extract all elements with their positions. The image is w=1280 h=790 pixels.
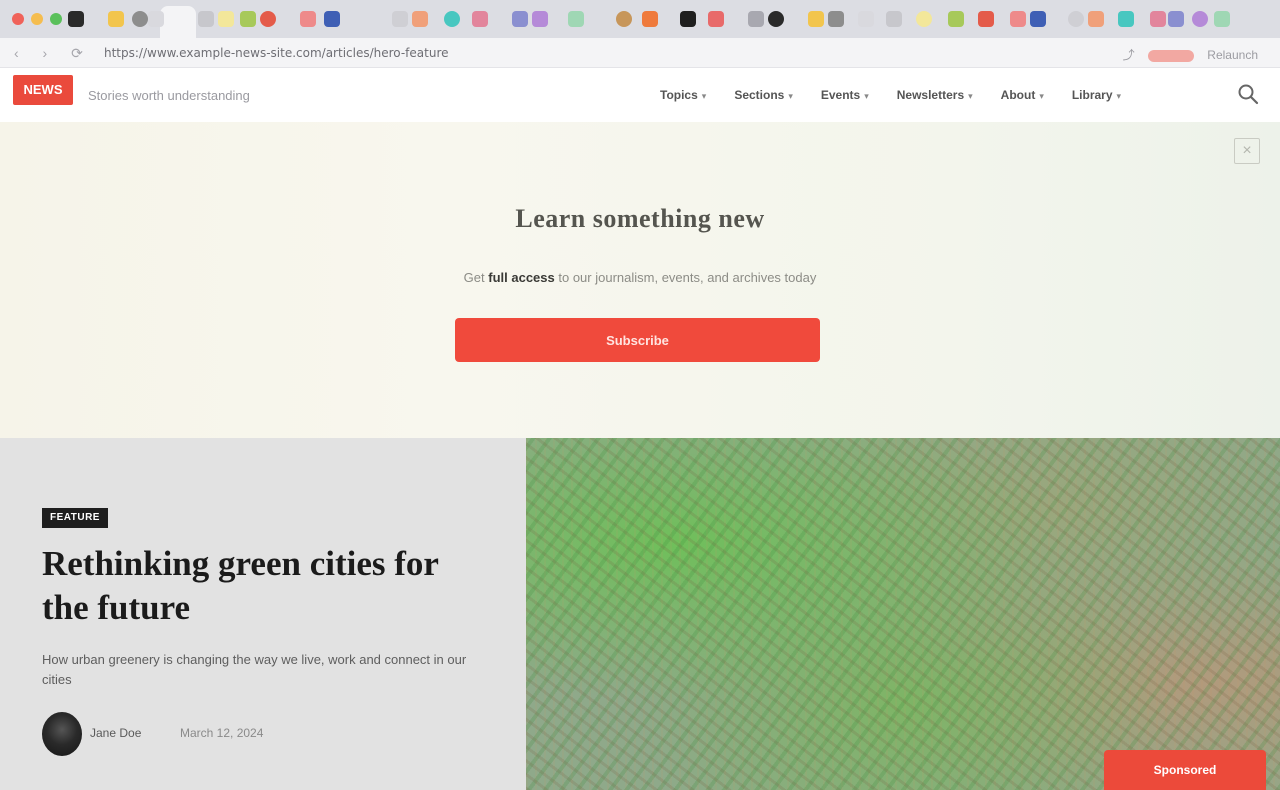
nav-item-topics[interactable]: Topics ▾ — [660, 88, 706, 102]
banner-close-button[interactable]: × — [1234, 138, 1260, 164]
tab-favicon-icon[interactable] — [808, 11, 824, 27]
tab-favicon-icon[interactable] — [412, 11, 428, 27]
banner-subtext: Get full access to our journalism, event… — [0, 270, 1280, 285]
tab-favicon-icon[interactable] — [392, 11, 408, 27]
search-icon[interactable] — [1236, 82, 1260, 106]
tab-favicon-icon[interactable] — [708, 11, 724, 27]
tab-favicon-icon[interactable] — [828, 11, 844, 27]
subscription-banner: × Learn something new Get full access to… — [0, 122, 1280, 438]
author-name[interactable]: Jane Doe — [90, 726, 141, 740]
subscribe-button[interactable]: Subscribe — [455, 318, 820, 362]
chevron-down-icon: ▾ — [701, 91, 707, 101]
toolbar-right: ⤴ Relaunch — [1123, 46, 1258, 63]
zoom-window-button[interactable] — [50, 13, 62, 25]
tab-favicon-icon[interactable] — [680, 11, 696, 27]
tab-favicon-icon[interactable] — [1150, 11, 1166, 27]
hero-image-texture — [526, 438, 1280, 790]
site-logo[interactable]: NEWS — [13, 75, 73, 105]
tab-favicon-icon[interactable] — [948, 11, 964, 27]
nav-item-events[interactable]: Events ▾ — [821, 88, 869, 102]
tab-favicon-icon[interactable] — [748, 11, 764, 27]
tab-favicon-icon[interactable] — [108, 11, 124, 27]
nav-item-label: Sections — [734, 88, 785, 102]
tab-favicon-icon[interactable] — [324, 11, 340, 27]
tab-favicon-icon[interactable] — [132, 11, 148, 27]
tab-favicon-icon[interactable] — [260, 11, 276, 27]
avatar[interactable] — [42, 712, 82, 756]
tab-favicon-icon[interactable] — [886, 11, 902, 27]
browser-tab-bar — [0, 0, 1280, 38]
tab-favicon-icon[interactable] — [1168, 11, 1184, 27]
nav-item-library[interactable]: Library ▾ — [1072, 88, 1121, 102]
tab-favicon-icon[interactable] — [1088, 11, 1104, 27]
banner-sub-bold: full access — [488, 270, 555, 285]
tab-favicon-icon[interactable] — [858, 11, 874, 27]
tab-favicon-icon[interactable] — [1118, 11, 1134, 27]
tab-favicon-icon[interactable] — [978, 11, 994, 27]
nav-item-label: Library — [1071, 88, 1113, 102]
share-icon[interactable]: ⤴ — [1123, 48, 1135, 62]
publish-date: March 12, 2024 — [180, 726, 264, 740]
tab-favicon-icon[interactable] — [1030, 11, 1046, 27]
tab-favicon-icon[interactable] — [472, 11, 488, 27]
tab-favicon-icon[interactable] — [68, 11, 84, 27]
banner-sub-prefix: Get — [463, 270, 485, 285]
main-nav: Topics ▾ Sections ▾ Events ▾ Newsletters ▾ A… — [660, 88, 1121, 102]
nav-item-label: Topics — [660, 88, 698, 102]
chevron-down-icon: ▾ — [788, 91, 793, 101]
tab-favicon-icon[interactable] — [532, 11, 548, 27]
tab-favicon-icon[interactable] — [198, 11, 214, 27]
nav-item-about[interactable]: About ▾ — [1001, 88, 1044, 102]
article-hero: Feature Rethinking green cities for the … — [0, 438, 526, 790]
back-forward-buttons[interactable]: ‹ › ⟳ — [14, 45, 93, 62]
article-title[interactable]: Rethinking green cities for the future — [42, 542, 492, 630]
tab-favicon-icon[interactable] — [568, 11, 584, 27]
tab-favicon-icon[interactable] — [1192, 11, 1208, 27]
relaunch-pill[interactable] — [1147, 49, 1194, 62]
article-subtitle: How urban greenery is changing the way w… — [42, 652, 467, 687]
tab-favicon-icon[interactable] — [218, 11, 234, 27]
tab-favicon-icon[interactable] — [1010, 11, 1026, 27]
chevron-down-icon: ▾ — [968, 91, 973, 101]
address-bar: ‹ › ⟳ https://www.example-news-site.com/… — [0, 38, 1280, 68]
tab-favicon-icon[interactable] — [1214, 11, 1230, 27]
toolbar-right-label[interactable]: Relaunch — [1207, 48, 1258, 62]
nav-item-label: Newsletters — [896, 88, 965, 102]
tab-favicon-icon[interactable] — [768, 11, 784, 27]
tab-favicon-icon[interactable] — [240, 11, 256, 27]
chevron-down-icon: ▾ — [864, 91, 869, 101]
image-tag[interactable]: Sponsored — [1104, 750, 1266, 790]
nav-item-label: About — [1000, 88, 1036, 102]
tab-favicon-icon[interactable] — [300, 11, 316, 27]
tab-favicon-icon[interactable] — [916, 11, 932, 27]
category-badge[interactable]: Feature — [42, 508, 108, 528]
nav-item-label: Events — [820, 88, 861, 102]
tab-favicon-icon[interactable] — [642, 11, 658, 27]
tab-favicon-icon[interactable] — [444, 11, 460, 27]
site-header: NEWS Stories worth understanding Topics ▾… — [0, 68, 1280, 122]
tab-favicon-icon[interactable] — [512, 11, 528, 27]
minimize-window-button[interactable] — [31, 13, 43, 25]
tab-favicon-icon[interactable] — [148, 11, 164, 27]
banner-sub-rest: to our journalism, events, and archives … — [558, 270, 817, 285]
chevron-down-icon: ▾ — [1039, 91, 1044, 101]
nav-item-newsletters[interactable]: Newsletters ▾ — [897, 88, 973, 102]
tab-favicon-icon[interactable] — [616, 11, 632, 27]
url-field[interactable]: https://www.example-news-site.com/articl… — [104, 46, 449, 60]
tab-favicon-icon[interactable] — [1068, 11, 1084, 27]
chevron-down-icon: ▾ — [1116, 91, 1122, 101]
site-tagline: Stories worth understanding — [88, 88, 250, 103]
nav-item-sections[interactable]: Sections ▾ — [734, 88, 793, 102]
close-window-button[interactable] — [12, 13, 24, 25]
banner-headline: Learn something new — [515, 204, 765, 233]
tab-favicon-strip[interactable] — [68, 9, 1280, 29]
hero-image[interactable]: Sponsored — [526, 438, 1280, 790]
